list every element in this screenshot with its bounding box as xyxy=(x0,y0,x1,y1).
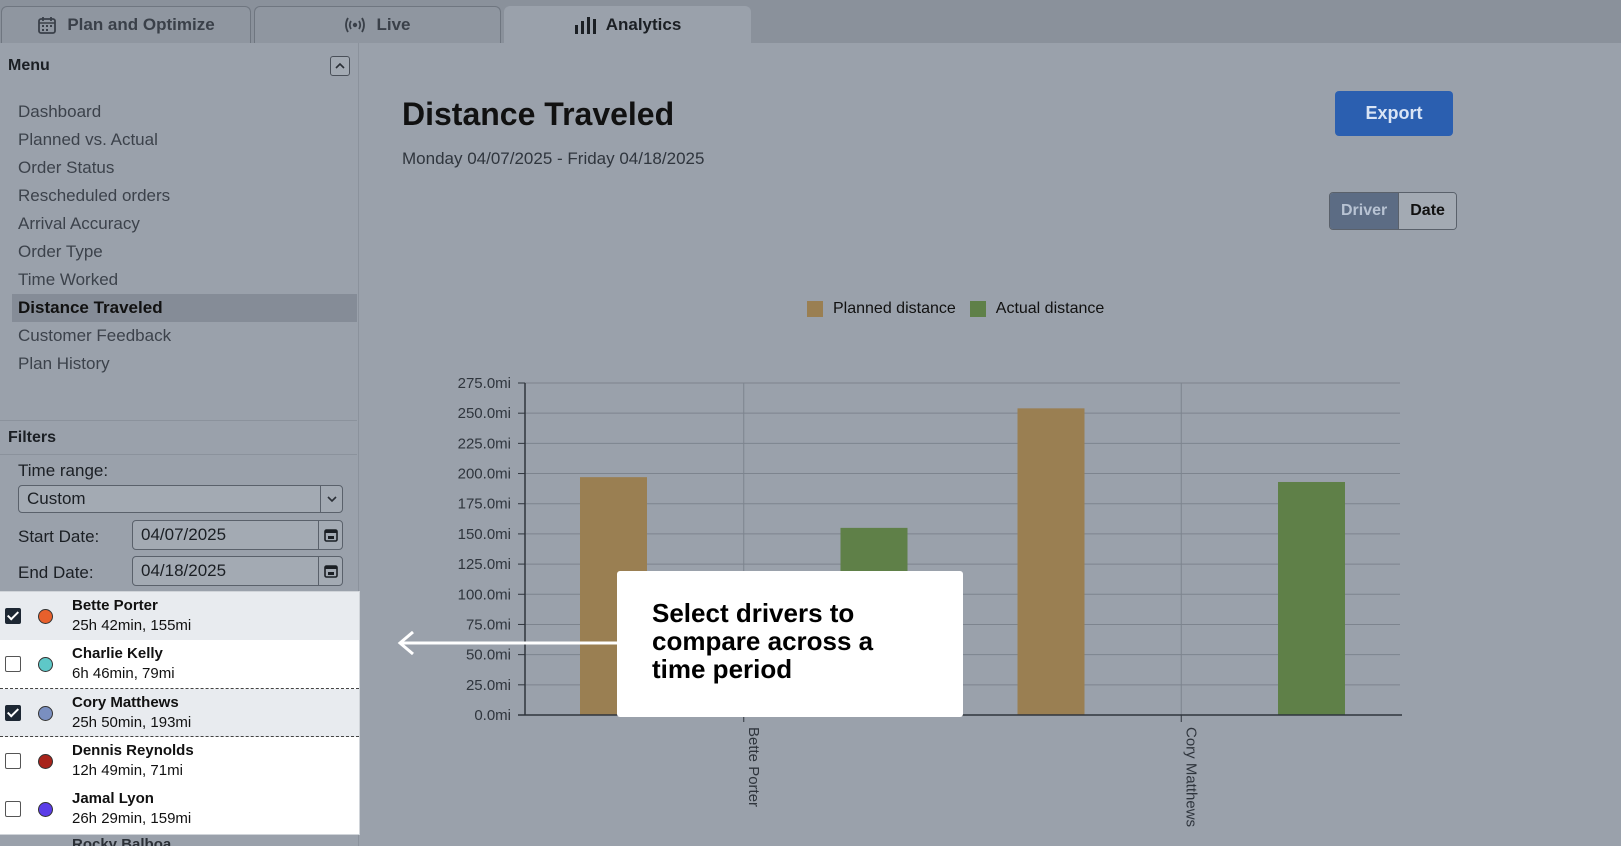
tab-analytics[interactable]: Analytics xyxy=(504,6,751,43)
driver-row-jamal-lyon[interactable]: Jamal Lyon 26h 29min, 159mi xyxy=(0,785,359,833)
menu-heading: Menu xyxy=(8,57,50,74)
driver-checkbox[interactable] xyxy=(5,705,21,721)
driver-name: Charlie Kelly xyxy=(72,645,163,662)
legend-label: Actual distance xyxy=(995,300,1105,317)
legend-item-planned[interactable]: Planned distance xyxy=(807,300,956,318)
menu-item-planned-vs-actual[interactable]: Planned vs. Actual xyxy=(12,126,357,154)
driver-color-dot xyxy=(38,657,53,672)
driver-name: Rocky Balboa xyxy=(72,836,172,846)
driver-color-dot xyxy=(38,706,53,721)
driver-color-dot xyxy=(38,754,53,769)
y-tick-label: 200.0mi xyxy=(458,466,511,483)
menu-list: Dashboard Planned vs. Actual Order Statu… xyxy=(12,98,357,378)
page-title: Distance Traveled xyxy=(402,96,675,132)
time-range-label: Time range: xyxy=(18,461,109,480)
driver-stats: 6h 46min, 79mi xyxy=(72,665,175,682)
toggle-driver-button[interactable]: Driver xyxy=(1330,193,1399,229)
driver-checkbox[interactable] xyxy=(5,801,21,817)
calendar-icon xyxy=(37,15,57,35)
driver-checkbox[interactable] xyxy=(5,656,21,672)
driver-name: Jamal Lyon xyxy=(72,790,154,807)
bar-planned xyxy=(1017,408,1085,715)
callout-text: Select drivers to compare across a time … xyxy=(652,598,874,684)
broadcast-icon xyxy=(344,16,366,34)
calendar-icon[interactable] xyxy=(318,557,342,585)
chevron-up-icon xyxy=(335,60,345,72)
legend-swatch xyxy=(969,301,986,317)
start-date-input[interactable]: 04/07/2025 xyxy=(132,520,343,550)
time-range-select[interactable]: Custom xyxy=(18,485,343,513)
driver-stats: 25h 42min, 155mi xyxy=(72,617,192,634)
bar-chart-icon xyxy=(574,16,596,34)
end-date-label: End Date: xyxy=(18,563,94,582)
menu-item-customer-feedback[interactable]: Customer Feedback xyxy=(12,322,357,350)
y-tick-label: 175.0mi xyxy=(458,496,511,513)
time-range-value: Custom xyxy=(27,489,86,508)
driver-name: Cory Matthews xyxy=(72,694,179,711)
arrow-left-icon xyxy=(397,631,619,655)
driver-name: Dennis Reynolds xyxy=(72,742,194,759)
menu-item-dashboard[interactable]: Dashboard xyxy=(12,98,357,126)
y-tick-label: 275.0mi xyxy=(458,375,511,392)
y-tick-label: 25.0mi xyxy=(466,677,511,694)
driver-stats: 25h 50min, 193mi xyxy=(72,714,192,731)
chevron-down-icon xyxy=(320,486,342,512)
driver-color-dot xyxy=(38,609,53,624)
driver-name: Bette Porter xyxy=(72,597,158,614)
y-tick-label: 0.0mi xyxy=(474,707,511,724)
driver-row-dennis-reynolds[interactable]: Dennis Reynolds 12h 49min, 71mi xyxy=(0,737,359,785)
driver-checkbox[interactable] xyxy=(5,608,21,624)
start-date-label: Start Date: xyxy=(18,527,100,546)
top-tab-bar: Plan and Optimize Live Analytics xyxy=(0,0,1621,43)
divider xyxy=(0,454,357,455)
y-tick-label: 125.0mi xyxy=(458,556,511,573)
menu-item-order-status[interactable]: Order Status xyxy=(12,154,357,182)
y-tick-label: 150.0mi xyxy=(458,526,511,543)
y-tick-label: 100.0mi xyxy=(458,586,511,603)
tab-label: Analytics xyxy=(605,15,682,34)
menu-item-plan-history[interactable]: Plan History xyxy=(12,350,357,378)
legend-label: Planned distance xyxy=(833,300,956,317)
y-tick-label: 250.0mi xyxy=(458,405,511,422)
driver-row-bette-porter[interactable]: Bette Porter 25h 42min, 155mi xyxy=(0,592,359,640)
x-tick-label: Bette Porter xyxy=(745,727,762,807)
driver-row-cory-matthews[interactable]: Cory Matthews 25h 50min, 193mi xyxy=(0,689,359,737)
x-tick-label: Cory Matthews xyxy=(1182,727,1199,827)
chart-legend: Planned distance Actual distance xyxy=(807,300,1118,318)
legend-swatch xyxy=(807,301,823,317)
driver-stats: 26h 29min, 159mi xyxy=(72,810,192,827)
driver-list: Bette Porter 25h 42min, 155mi Charlie Ke… xyxy=(0,592,359,834)
collapse-menu-button[interactable] xyxy=(330,56,350,76)
filters-heading: Filters xyxy=(8,429,57,446)
tab-live[interactable]: Live xyxy=(254,6,501,43)
legend-item-actual[interactable]: Actual distance xyxy=(969,300,1105,318)
date-range-subtitle: Monday 04/07/2025 - Friday 04/18/2025 xyxy=(402,149,705,168)
menu-item-arrival-accuracy[interactable]: Arrival Accuracy xyxy=(12,210,357,238)
bar-actual xyxy=(1278,481,1345,715)
start-date-value: 04/07/2025 xyxy=(141,525,227,544)
menu-item-distance-traveled[interactable]: Distance Traveled xyxy=(12,294,357,322)
driver-checkbox[interactable] xyxy=(5,753,21,769)
group-by-toggle: Driver Date xyxy=(1329,192,1457,230)
divider xyxy=(0,420,357,421)
driver-color-dot xyxy=(38,802,53,817)
driver-stats: 12h 49min, 71mi xyxy=(72,762,183,779)
y-tick-label: 225.0mi xyxy=(458,435,511,452)
menu-item-rescheduled-orders[interactable]: Rescheduled orders xyxy=(12,182,357,210)
menu-item-order-type[interactable]: Order Type xyxy=(12,238,357,266)
tutorial-callout: Select drivers to compare across a time … xyxy=(617,571,963,717)
tab-label: Plan and Optimize xyxy=(67,15,215,34)
export-button[interactable]: Export xyxy=(1335,91,1453,136)
toggle-date-button[interactable]: Date xyxy=(1398,193,1456,229)
tab-label: Live xyxy=(376,15,411,34)
end-date-input[interactable]: 04/18/2025 xyxy=(132,556,343,586)
menu-item-time-worked[interactable]: Time Worked xyxy=(12,266,357,294)
calendar-icon[interactable] xyxy=(318,521,342,549)
tab-plan-and-optimize[interactable]: Plan and Optimize xyxy=(1,6,251,43)
end-date-value: 04/18/2025 xyxy=(141,561,227,580)
driver-row-charlie-kelly[interactable]: Charlie Kelly 6h 46min, 79mi xyxy=(0,640,359,688)
